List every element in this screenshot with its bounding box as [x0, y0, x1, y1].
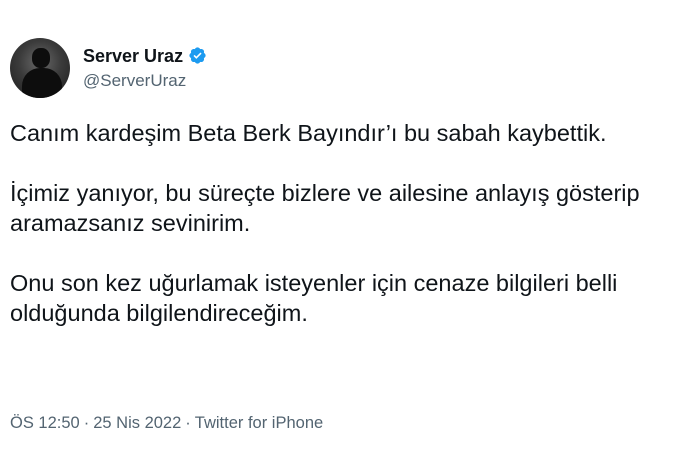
meta-separator: · — [185, 414, 191, 432]
tweet-time[interactable]: ÖS 12:50 — [10, 414, 80, 432]
tweet-header: Server Uraz @ServerUraz — [10, 38, 207, 98]
user-handle[interactable]: @ServerUraz — [83, 70, 207, 92]
verified-badge-icon — [188, 46, 207, 65]
avatar-head-shape — [32, 48, 50, 68]
avatar-body-shape — [22, 68, 62, 98]
tweet-text: Canım kardeşim Beta Berk Bayındır’ı bu s… — [10, 118, 682, 358]
name-row: Server Uraz — [83, 45, 207, 67]
tweet-meta: ÖS 12:50 · 25 Nis 2022 · Twitter for iPhone — [10, 412, 323, 434]
display-name[interactable]: Server Uraz — [83, 45, 183, 67]
tweet-card: Server Uraz @ServerUraz Canım kardeşim B… — [0, 0, 690, 450]
more-options-icon[interactable] — [672, 50, 690, 70]
tweet-source[interactable]: Twitter for iPhone — [195, 414, 323, 432]
user-names: Server Uraz @ServerUraz — [83, 45, 207, 92]
tweet-paragraph-2: İçimiz yanıyor, bu süreçte bizlere ve ai… — [10, 180, 640, 236]
tweet-paragraph-3: Onu son kez uğurlamak isteyenler için ce… — [10, 270, 618, 326]
meta-separator: · — [83, 414, 90, 432]
avatar[interactable] — [10, 38, 70, 98]
tweet-paragraph-1: Canım kardeşim Beta Berk Bayındır’ı bu s… — [10, 120, 607, 146]
tweet-date[interactable]: 25 Nis 2022 — [93, 414, 181, 432]
